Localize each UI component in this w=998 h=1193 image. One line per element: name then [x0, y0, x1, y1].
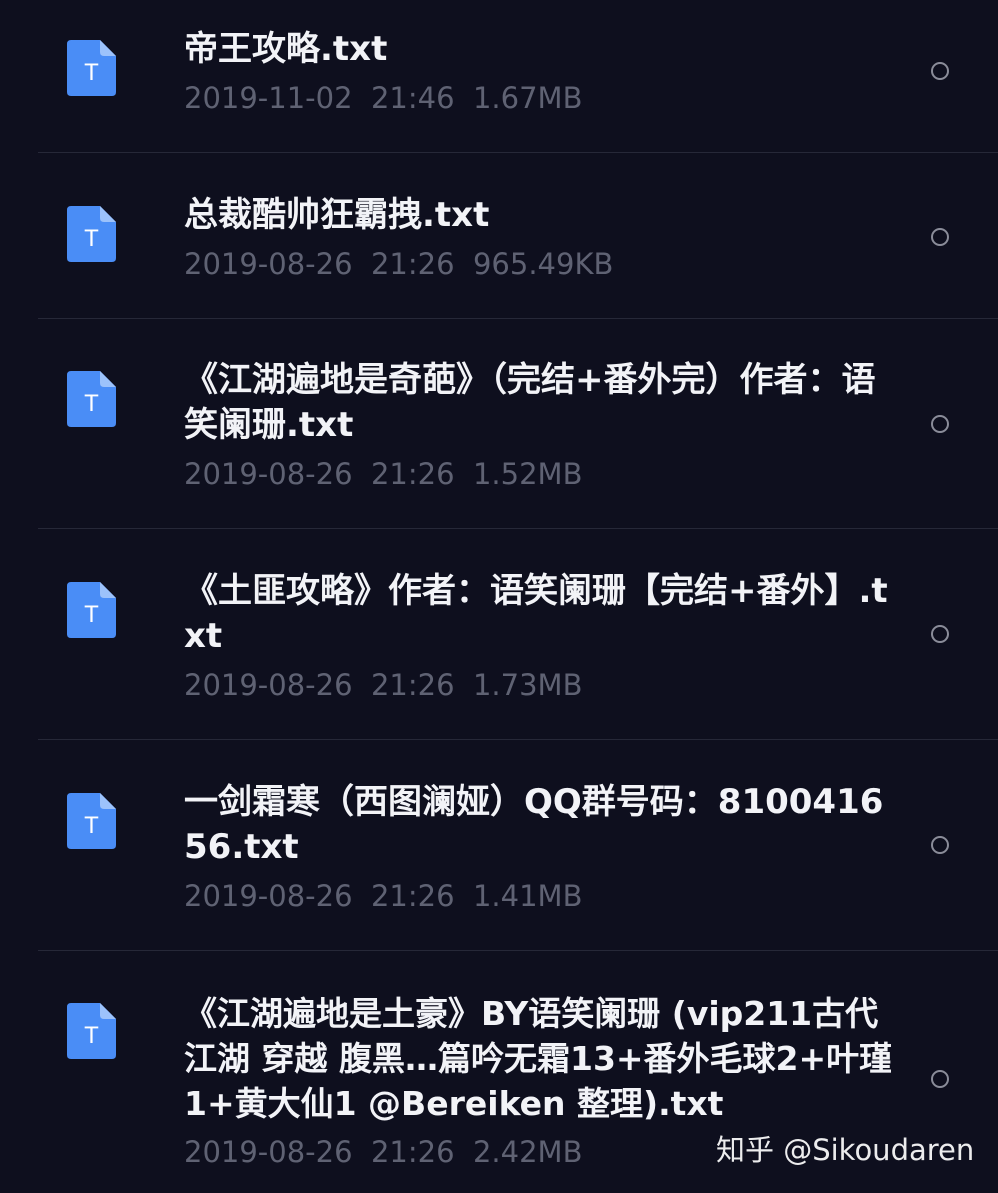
text-file-icon: T: [67, 582, 116, 638]
watermark: 知乎 @Sikoudaren: [716, 1133, 975, 1167]
file-name: 帝王攻略.txt: [184, 29, 388, 69]
file-list-item[interactable]: T 《江湖遍地是奇葩》（完结+番外完）作者：语笑阑珊.txt 2019-08-2…: [0, 319, 998, 528]
file-icon-letter: T: [84, 61, 99, 86]
file-icon-letter: T: [84, 603, 99, 628]
file-meta: 2019-08-26 21:26 1.52MB: [184, 457, 583, 491]
text-file-icon: T: [67, 40, 116, 96]
file-meta: 2019-08-26 21:26 2.42MB: [184, 1135, 583, 1169]
text-file-icon: T: [67, 1003, 116, 1059]
file-list-item[interactable]: T 帝王攻略.txt 2019-11-02 21:46 1.67MB: [0, 0, 998, 152]
select-radio[interactable]: [931, 62, 949, 80]
text-file-icon: T: [67, 793, 116, 849]
select-radio[interactable]: [931, 836, 949, 854]
file-icon-letter: T: [84, 1024, 99, 1049]
file-name: 《江湖遍地是奇葩》（完结+番外完）作者：语笑阑珊.txt: [184, 360, 876, 445]
file-name: 一剑霜寒（西图澜娅）QQ群号码：810041656.txt: [184, 782, 884, 867]
select-radio[interactable]: [931, 228, 949, 246]
file-meta: 2019-08-26 21:26 1.41MB: [184, 879, 583, 913]
file-list-screen: T 帝王攻略.txt 2019-11-02 21:46 1.67MB T 总裁酷…: [0, 0, 998, 1193]
file-list-item[interactable]: T 《土匪攻略》作者：语笑阑珊【完结+番外】.txt 2019-08-26 21…: [0, 529, 998, 739]
file-meta: 2019-08-26 21:26 965.49KB: [184, 247, 614, 281]
file-list-item[interactable]: T 总裁酷帅狂霸拽.txt 2019-08-26 21:26 965.49KB: [0, 153, 998, 318]
file-name: 《土匪攻略》作者：语笑阑珊【完结+番外】.txt: [184, 571, 888, 656]
select-radio[interactable]: [931, 1070, 949, 1088]
file-list-item[interactable]: T 一剑霜寒（西图澜娅）QQ群号码：810041656.txt 2019-08-…: [0, 740, 998, 950]
select-radio[interactable]: [931, 415, 949, 433]
file-icon-letter: T: [84, 814, 99, 839]
text-file-icon: T: [67, 206, 116, 262]
file-name: 《江湖遍地是土豪》BY语笑阑珊 (vip211古代江湖 穿越 腹黑…篇吟无霜13…: [184, 994, 893, 1123]
text-file-icon: T: [67, 371, 116, 427]
file-meta: 2019-11-02 21:46 1.67MB: [184, 81, 583, 115]
file-icon-letter: T: [84, 392, 99, 417]
file-name: 总裁酷帅狂霸拽.txt: [184, 195, 490, 235]
file-meta: 2019-08-26 21:26 1.73MB: [184, 668, 583, 702]
file-icon-letter: T: [84, 227, 99, 252]
select-radio[interactable]: [931, 625, 949, 643]
